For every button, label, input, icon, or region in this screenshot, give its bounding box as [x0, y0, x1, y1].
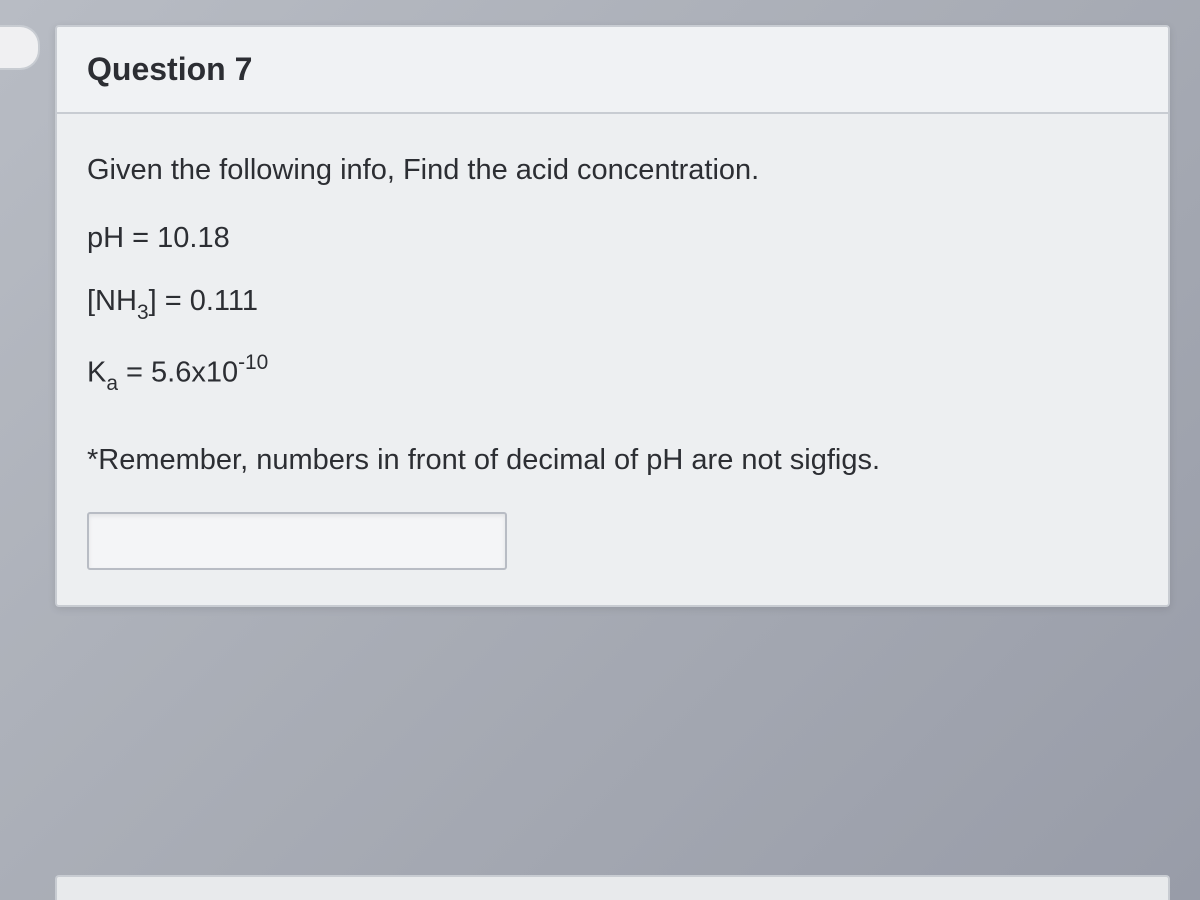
ka-prefix: K: [87, 356, 106, 388]
answer-input[interactable]: [87, 512, 507, 570]
ph-label: pH =: [87, 222, 157, 254]
question-header: Question 7: [57, 27, 1168, 114]
nh3-subscript: 3: [137, 301, 149, 324]
question-prompt: Given the following info, Find the acid …: [87, 154, 1138, 187]
ph-value: 10.18: [157, 222, 230, 254]
ka-superscript: -10: [238, 351, 268, 374]
nh3-value: 0.111: [190, 285, 258, 317]
question-title: Question 7: [87, 51, 1138, 88]
nh3-prefix: [NH: [87, 285, 137, 317]
sigfig-note: *Remember, numbers in front of decimal o…: [87, 444, 1138, 477]
question-card: Question 7 Given the following info, Fin…: [55, 25, 1170, 607]
ph-line: pH = 10.18: [87, 222, 1138, 255]
bottom-panel-edge: [55, 875, 1170, 900]
ka-mid: = 5.6x10: [118, 356, 238, 388]
ka-line: Ka = 5.6x10-10: [87, 353, 1138, 394]
question-body: Given the following info, Find the acid …: [57, 114, 1168, 605]
page-tab-indicator: [0, 25, 40, 70]
nh3-suffix: ] =: [149, 285, 190, 317]
nh3-line: [NH3] = 0.111: [87, 285, 1138, 323]
ka-subscript: a: [106, 372, 118, 395]
